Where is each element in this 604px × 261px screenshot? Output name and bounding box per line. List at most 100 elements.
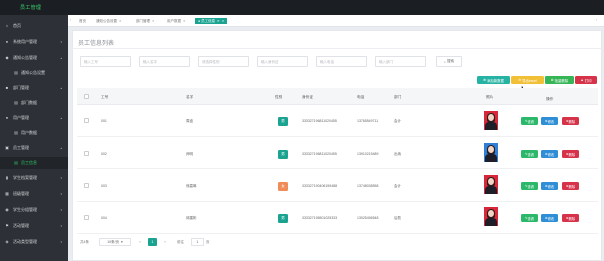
delete-button-label: 删除	[568, 184, 576, 189]
chevron-down-icon: ▾	[60, 192, 62, 196]
sidebar-item-department-data[interactable]: ▤ 部门数据	[0, 97, 68, 109]
tab-label: 用户数据	[167, 18, 181, 23]
sidebar-item-label: 用户管理	[13, 115, 29, 120]
tag-icon: ◈	[5, 239, 9, 244]
tabs-scroll-right-icon[interactable]: ›	[596, 18, 597, 22]
sidebar: ⌂ 首页 ● 系统用户管理 ▾ ◆ 通知公告管理 ▴ ▤ 通知公告设置 ■ 部门…	[0, 15, 68, 261]
refresh-icon[interactable]: ⟳	[217, 19, 220, 23]
view-button[interactable]: ✎ 查看	[521, 214, 538, 222]
sidebar-item-users[interactable]: ● 用户管理 ▴	[0, 112, 68, 124]
export-icon: ⊖	[518, 78, 522, 82]
page-suffix: 页	[206, 240, 210, 244]
chevron-up-icon: ▴	[60, 146, 62, 150]
row-checkbox[interactable]	[84, 151, 89, 156]
select-all-checkbox[interactable]	[84, 94, 89, 99]
tabs-scroll-left-icon[interactable]: ‹	[70, 18, 71, 22]
close-icon[interactable]: ✕	[222, 19, 225, 23]
cell-department: 出纳	[394, 152, 401, 156]
print-button[interactable]: ▲ 打印	[575, 76, 597, 84]
idcard-search-input[interactable]	[257, 56, 308, 67]
group-icon: ◉	[5, 207, 9, 212]
sidebar-item-activities[interactable]: ⚑ 活动管理 ▾	[0, 220, 68, 232]
view-button[interactable]: ✎ 查看	[521, 182, 538, 190]
tab-employee-info[interactable]: ● 员工信息 ⟳ ✕	[195, 18, 228, 24]
gender-select[interactable]	[198, 56, 249, 67]
top-bar: 员工管理	[0, 0, 604, 15]
cell-phone: 13765549711	[357, 119, 379, 123]
column-header-id: 工号	[101, 95, 109, 99]
table-row	[77, 171, 598, 202]
page-number-button[interactable]: 1	[148, 238, 157, 246]
sidebar-item-departments[interactable]: ■ 部门管理 ▴	[0, 82, 68, 94]
sidebar-item-employee-info[interactable]: ▤ 员工信息	[0, 157, 68, 169]
cell-id: 002	[101, 152, 107, 156]
sidebar-item-user-data[interactable]: ▤ 用户数据	[0, 127, 68, 139]
sidebar-item-notice-management[interactable]: ◆ 通知公告管理 ▴	[0, 52, 68, 64]
employee-id-search-input[interactable]	[80, 56, 131, 67]
goto-page-input[interactable]: 1	[191, 238, 204, 246]
export-excel-button[interactable]: ⊖ 导出excel	[511, 76, 544, 84]
tab-user-data[interactable]: 用户数据 ✕	[167, 18, 186, 24]
table-row	[77, 138, 598, 169]
trash-icon: ⊗	[550, 78, 554, 82]
edit-button[interactable]: ⚙ 修改	[541, 214, 558, 222]
sidebar-item-label: 员工管理	[13, 145, 29, 150]
cell-phone: 13910215489	[357, 152, 379, 156]
chevron-down-icon: ▾	[60, 208, 62, 212]
edit-button[interactable]: ⚙ 修改	[541, 182, 558, 190]
batch-delete-button[interactable]: ⊗ 批量删除	[545, 76, 574, 84]
delete-button[interactable]: ⊗ 删除	[562, 182, 579, 190]
row-checkbox[interactable]	[84, 215, 89, 220]
sidebar-item-activity-types[interactable]: ◈ 活动类型管理 ▾	[0, 236, 68, 248]
row-checkbox[interactable]	[84, 118, 89, 123]
department-search-input[interactable]	[375, 56, 426, 67]
add-button[interactable]: ⊕ 添加新数据	[477, 76, 510, 84]
tabs-bar: ‹ 首页 通知公告设置 ✕ 部门管理 ✕ 用户数据 ✕ ● 员工信息 ⟳ ✕ ›	[68, 15, 604, 27]
delete-button-label: 删除	[568, 119, 576, 124]
tab-notice-settings[interactable]: 通知公告设置 ✕	[96, 18, 122, 24]
plus-icon: ⊕	[483, 78, 486, 82]
export-button-label: 导出excel	[522, 78, 537, 83]
delete-button[interactable]: ⊗ 删除	[562, 150, 579, 158]
close-icon[interactable]: ✕	[183, 19, 186, 23]
employee-photo	[484, 111, 498, 130]
delete-button[interactable]: ⊗ 删除	[562, 117, 579, 125]
sex-badge-label: 男	[281, 119, 285, 123]
view-button[interactable]: ✎ 查看	[521, 117, 538, 125]
tab-home[interactable]: 首页	[79, 18, 86, 24]
chevron-right-icon: ›	[164, 240, 166, 244]
close-icon[interactable]: ✕	[152, 19, 155, 23]
sidebar-item-classes[interactable]: ▦ 班级管理 ▾	[0, 188, 68, 200]
sidebar-item-home[interactable]: ⌂ 首页	[0, 20, 68, 32]
sex-badge-label: 男	[281, 152, 285, 156]
tab-label: 首页	[79, 18, 86, 23]
cell-idcard: 333327196811020455	[302, 152, 337, 156]
table-row	[77, 203, 598, 234]
sidebar-item-label: 活动管理	[13, 223, 29, 228]
name-search-input[interactable]	[139, 56, 190, 67]
sidebar-item-student-records[interactable]: ▮ 学生档案管理 ▾	[0, 172, 68, 184]
phone-search-input[interactable]	[316, 56, 367, 67]
sidebar-item-employees[interactable]: ▣ 员工管理 ▴	[0, 142, 68, 154]
view-button-label: 查看	[527, 119, 535, 124]
sex-badge-label: 女	[281, 184, 285, 188]
next-page-button[interactable]: ›	[161, 238, 169, 246]
page-size-select[interactable]: 10条/页 ▾	[99, 238, 131, 246]
prev-page-button[interactable]: ‹	[136, 238, 144, 246]
sidebar-item-system-users[interactable]: ● 系统用户管理 ▾	[0, 36, 68, 48]
edit-button[interactable]: ⚙ 修改	[541, 117, 558, 125]
sidebar-item-student-groups[interactable]: ◉ 学生分组管理 ▾	[0, 204, 68, 216]
sidebar-item-notice-settings[interactable]: ▤ 通知公告设置	[0, 67, 68, 79]
search-button[interactable]: ⌕ 搜索	[436, 56, 462, 67]
app-title: 员工管理	[20, 5, 42, 11]
sidebar-item-label: 通知公告设置	[21, 70, 45, 75]
divider	[72, 48, 602, 49]
sex-badge-label: 男	[281, 216, 285, 220]
view-button[interactable]: ✎ 查看	[521, 150, 538, 158]
tab-departments[interactable]: 部门管理 ✕	[136, 18, 155, 24]
row-checkbox[interactable]	[84, 183, 89, 188]
edit-button[interactable]: ⚙ 修改	[541, 150, 558, 158]
cell-phone: 13025496548	[357, 216, 379, 220]
delete-button[interactable]: ⊗ 删除	[562, 214, 579, 222]
close-icon[interactable]: ✕	[119, 19, 122, 23]
